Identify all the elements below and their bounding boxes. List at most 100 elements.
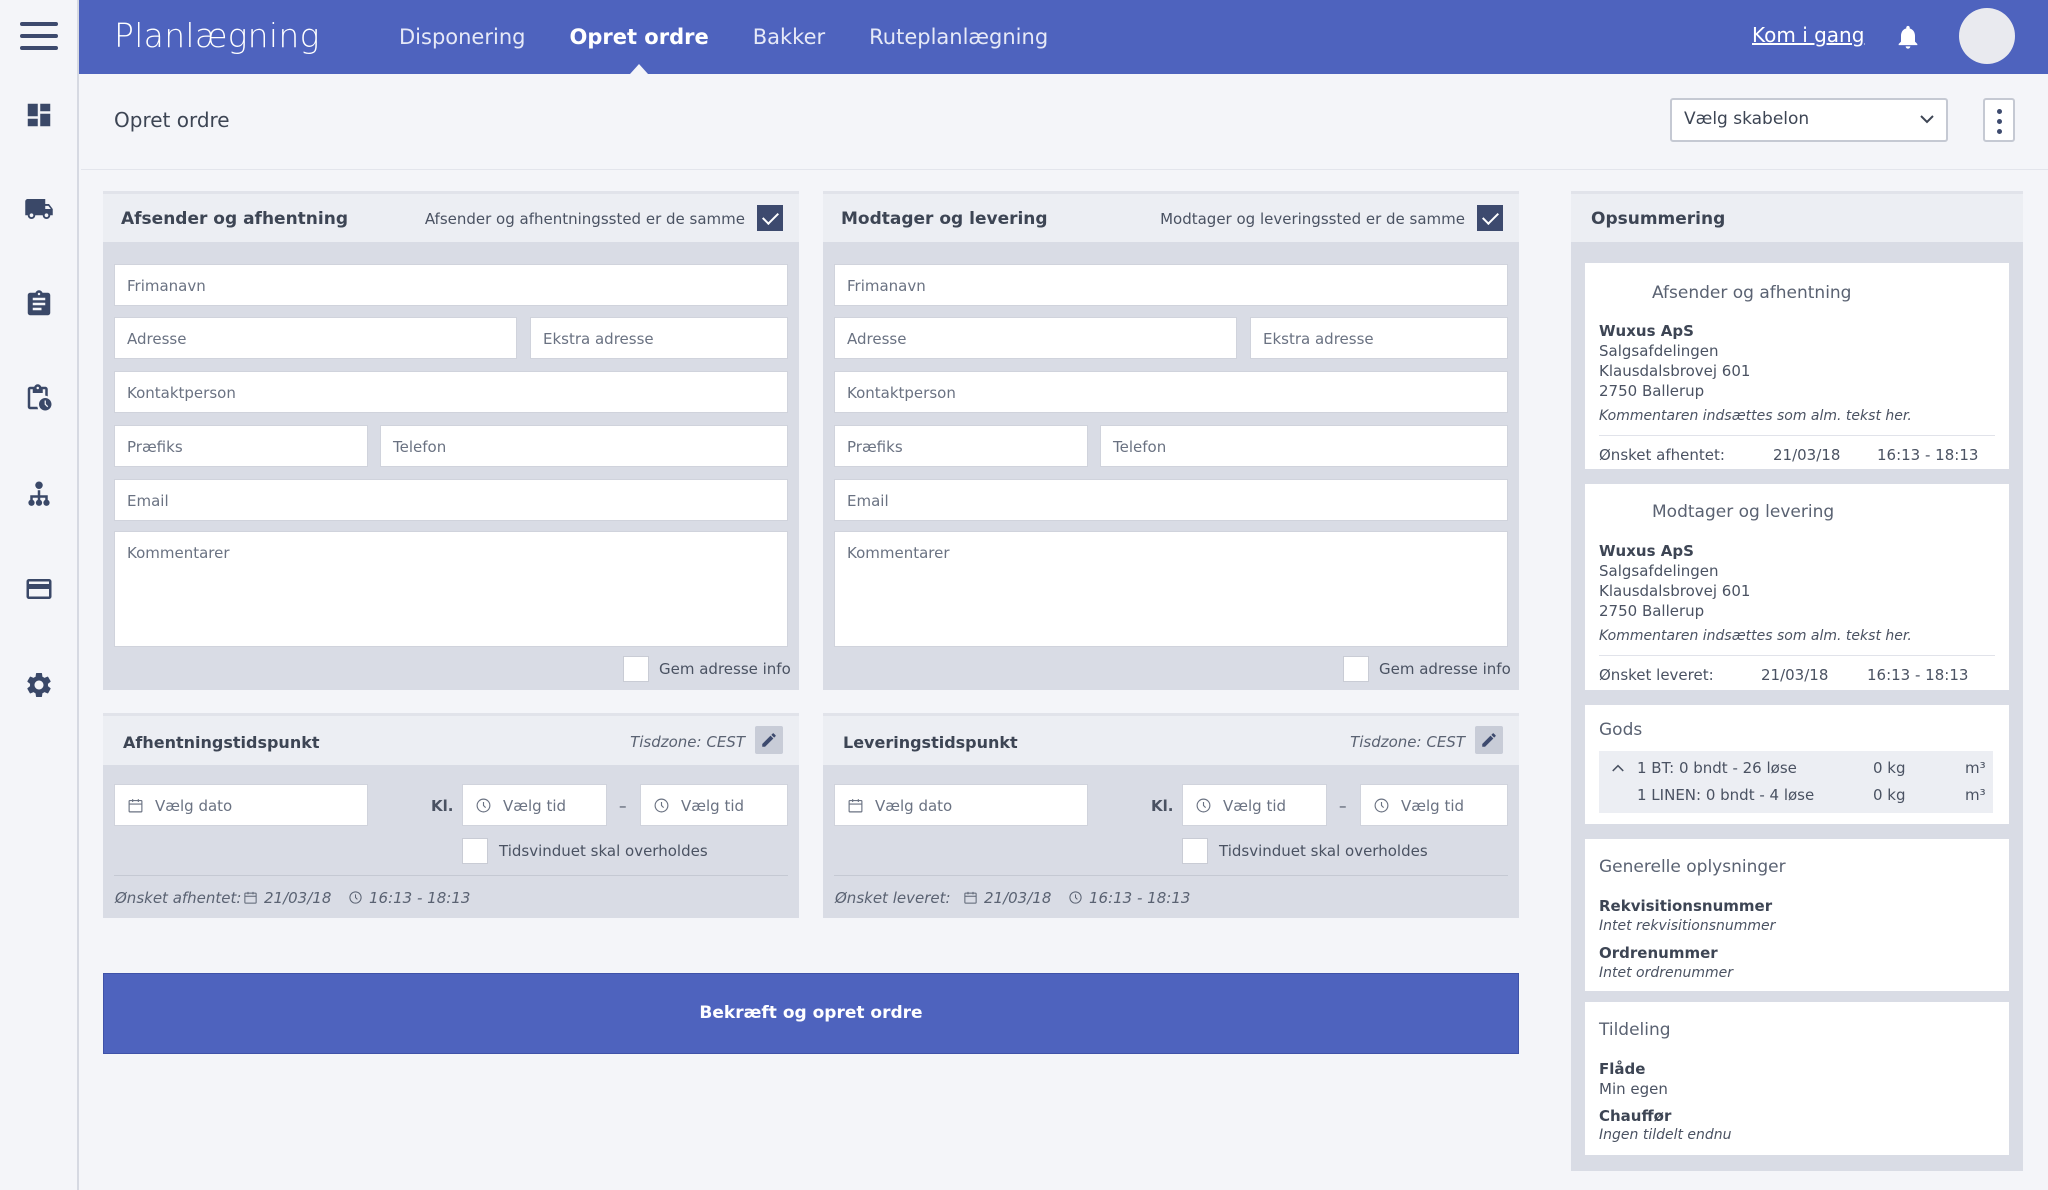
sender-save-label: Gem adresse info [659,660,791,678]
receiver-address-input[interactable]: Adresse [834,317,1237,359]
pickup-from-time-input[interactable]: Vælg tid [462,784,607,826]
pickup-date-input[interactable]: Vælg dato [114,784,368,826]
sender-save-checkbox[interactable] [623,656,649,682]
hierarchy-icon[interactable] [24,479,54,509]
pickup-to-placeholder: Vælg tid [681,797,745,815]
delivery-to-time-input[interactable]: Vælg tid [1360,784,1508,826]
summary-receiver-city: 2750 Ballerup [1599,602,1705,620]
summary-assignment-title: Tildeling [1599,1020,1671,1040]
pickup-kl-label: Kl. [431,797,454,815]
receiver-prefix-input[interactable]: Præfiks [834,425,1088,467]
sender-prefix-input[interactable]: Præfiks [114,425,368,467]
gear-icon[interactable] [24,670,54,700]
delivery-separator [834,875,1508,876]
sender-phone-input[interactable]: Telefon [380,425,788,467]
delivery-wish-time: 16:13 - 18:13 [1068,889,1190,907]
receiver-save-checkbox[interactable] [1343,656,1369,682]
requisition-number-value: Intet rekvisitionsnummer [1599,918,1776,934]
goods-row-desc: 1 LINEN: 0 bndt - 4 løse [1637,786,1815,804]
receiver-extra-address-input[interactable]: Ekstra adresse [1250,317,1508,359]
receiver-same-checkbox[interactable] [1477,205,1503,231]
summary-sender-wish-date: 21/03/18 [1773,446,1841,464]
pickup-separator [114,875,788,876]
delivery-time-header: Leveringstidspunkt Tisdzone: CEST [823,716,1519,765]
left-rail [0,0,79,1190]
goods-row-weight: 0 kg [1873,786,1906,804]
summary-receiver-wish-label: Ønsket leveret: [1599,666,1714,684]
sender-address-input[interactable]: Adresse [114,317,517,359]
sender-card: Afsender og afhentning Afsender og afhen… [103,191,799,690]
summary-receiver-box: Modtager og levering Wuxus ApS Salgsafde… [1585,484,2009,690]
summary-sender-company: Wuxus ApS [1599,322,1694,340]
delivery-window-checkbox[interactable] [1182,838,1208,864]
fleet-label: Flåde [1599,1060,1646,1078]
delivery-time-dash: – [1339,797,1347,815]
receiver-save-label: Gem adresse info [1379,660,1511,678]
nav-ruteplanlaegning[interactable]: Ruteplanlægning [847,0,1070,74]
nav-bakker[interactable]: Bakker [731,0,847,74]
kom-i-gang-link[interactable]: Kom i gang [1752,23,1864,47]
pencil-icon[interactable] [1475,726,1503,754]
summary-sender-city: 2750 Ballerup [1599,382,1705,400]
chevron-down-icon [1920,115,1934,124]
pencil-icon[interactable] [755,726,783,754]
summary-receiver-street: Klausdalsbrovej 601 [1599,582,1751,600]
clock-icon [1069,891,1082,904]
pickup-to-time-input[interactable]: Vælg tid [640,784,788,826]
summary-goods-box: Gods 1 BT: 0 bndt - 26 løse 0 kg m³ 1 LI… [1585,705,2009,824]
page-title: Opret ordre [114,108,230,132]
receiver-firm-input[interactable]: Frimanavn [834,264,1508,306]
pickup-date-placeholder: Vælg dato [155,797,233,815]
sender-same-label: Afsender og afhentningssted er de samme [424,210,745,228]
sender-contact-input[interactable]: Kontaktperson [114,371,788,413]
sender-email-input[interactable]: Email [114,479,788,521]
bell-icon[interactable] [1894,22,1922,52]
summary-sender-wish-label: Ønsket afhentet: [1599,446,1725,464]
pickup-window-label: Tidsvinduet skal overholdes [499,842,708,860]
receiver-email-input[interactable]: Email [834,479,1508,521]
template-select[interactable]: Vælg skabelon [1670,98,1948,142]
card-icon[interactable] [24,574,54,604]
pickup-timezone: Tisdzone: CEST [630,733,745,751]
pickup-window-checkbox[interactable] [462,838,488,864]
delivery-from-time-input[interactable]: Vælg tid [1182,784,1327,826]
avatar[interactable] [1959,8,2015,64]
receiver-phone-input[interactable]: Telefon [1100,425,1508,467]
receiver-contact-input[interactable]: Kontaktperson [834,371,1508,413]
chevron-up-icon[interactable] [1611,761,1625,775]
more-options-icon[interactable] [1983,98,2015,142]
summary-receiver-dept: Salgsafdelingen [1599,562,1719,580]
hamburger-menu-icon[interactable] [20,22,58,52]
nav-disponering[interactable]: Disponering [377,0,547,74]
truck-icon[interactable] [24,194,54,224]
clipboard-clock-icon[interactable] [24,383,54,413]
sender-extra-address-input[interactable]: Ekstra adresse [530,317,788,359]
sender-same-checkbox[interactable] [757,205,783,231]
goods-row-unit: m³ [1965,759,1986,777]
sender-comments-input[interactable]: Kommentarer [114,531,788,647]
sender-card-header: Afsender og afhentning Afsender og afhen… [103,194,799,242]
calendar-icon [244,891,257,904]
confirm-create-order-button[interactable]: Bekræft og opret ordre [103,973,1519,1054]
pickup-wish-time-value: 16:13 - 18:13 [369,889,471,907]
nav-opret-ordre[interactable]: Opret ordre [547,0,730,74]
delivery-date-input[interactable]: Vælg dato [834,784,1088,826]
delivery-time-card: Leveringstidspunkt Tisdzone: CEST Vælg d… [823,713,1519,918]
clock-icon [654,798,669,813]
goods-row-desc: 1 BT: 0 bndt - 26 løse [1637,759,1797,777]
calendar-icon [964,891,977,904]
sender-firm-input[interactable]: Frimanavn [114,264,788,306]
summary-sender-title: Afsender og afhentning [1652,283,1852,303]
summary-sender-box: Afsender og afhentning Wuxus ApS Salgsaf… [1585,263,2009,469]
summary-receiver-comment: Kommentaren indsættes som alm. tekst her… [1599,628,1912,644]
delivery-wish-label: Ønsket leveret: [835,889,951,907]
summary-receiver-company: Wuxus ApS [1599,542,1694,560]
clipboard-icon[interactable] [24,289,54,319]
pickup-time-card: Afhentningstidspunkt Tisdzone: CEST Vælg… [103,713,799,918]
receiver-comments-input[interactable]: Kommentarer [834,531,1508,647]
dashboard-icon[interactable] [24,100,54,130]
delivery-wish-time-value: 16:13 - 18:13 [1089,889,1191,907]
clock-icon [1374,798,1389,813]
summary-goods-title: Gods [1599,720,1643,740]
goods-row-unit: m³ [1965,786,1986,804]
